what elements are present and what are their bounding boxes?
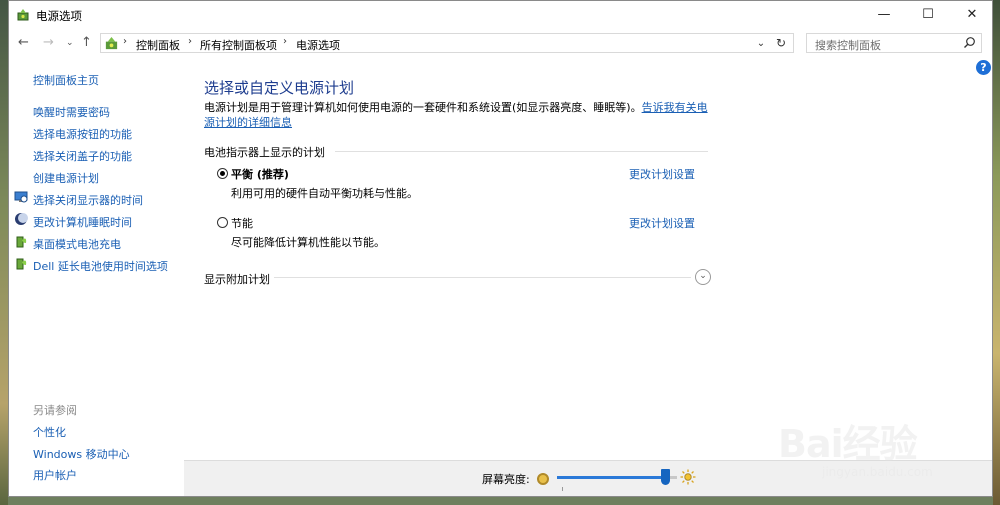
desktop-background-right xyxy=(993,0,1000,505)
address-box[interactable]: › 控制面板 › 所有控制面板项 › 电源选项 ⌄ ↻ xyxy=(100,33,794,53)
address-bar-row: ← → ⌄ ↑ › 控制面板 › 所有控制面板项 › 电源选项 ⌄ ↻ 搜索控制… xyxy=(9,31,992,57)
breadcrumb-control-panel[interactable]: 控制面板 xyxy=(136,37,180,53)
plan-power-saver-name[interactable]: 节能 xyxy=(231,215,253,231)
watermark-url: jingyan.baidu.com xyxy=(822,465,933,479)
sidebar-home-link[interactable]: 控制面板主页 xyxy=(33,72,99,88)
watermark-brand: Bai经验 xyxy=(778,422,918,466)
search-placeholder: 搜索控制面板 xyxy=(815,39,881,52)
plan-balanced-radio[interactable] xyxy=(217,168,228,179)
brightness-slider-fill xyxy=(557,476,665,479)
group-divider xyxy=(335,151,708,152)
extra-plans-label[interactable]: 显示附加计划 xyxy=(204,271,270,287)
plan-power-saver-change-link[interactable]: 更改计划设置 xyxy=(629,215,695,231)
sidebar-item-power-button[interactable]: 选择电源按钮的功能 xyxy=(33,126,132,142)
search-box[interactable]: 搜索控制面板 xyxy=(806,33,982,53)
moon-icon xyxy=(15,213,28,225)
recent-dropdown-icon[interactable]: ⌄ xyxy=(66,38,74,48)
monitor-clock-icon xyxy=(14,191,28,203)
help-icon[interactable]: ? xyxy=(976,60,991,75)
brightness-slider[interactable] xyxy=(557,469,677,485)
extra-plans-divider xyxy=(274,277,691,278)
back-arrow-icon[interactable]: ← xyxy=(18,35,29,50)
plan-power-saver-desc: 尽可能降低计算机性能以节能。 xyxy=(231,236,385,249)
search-icon[interactable] xyxy=(963,36,976,49)
minimize-button[interactable]: — xyxy=(862,1,906,29)
title-bar: 电源选项 — ☐ ✕ xyxy=(9,1,992,29)
up-arrow-icon[interactable]: ↑ xyxy=(81,35,92,50)
see-also-mobility-center[interactable]: Windows 移动中心 xyxy=(33,446,130,462)
chevron-down-icon[interactable]: ⌄ xyxy=(695,269,711,285)
brightness-high-icon xyxy=(680,469,696,485)
page-title: 选择或自定义电源计划 xyxy=(204,79,355,97)
see-also-heading: 另请参阅 xyxy=(33,404,77,417)
battery-leaf-icon xyxy=(16,258,27,270)
brightness-low-icon xyxy=(537,473,549,485)
brightness-slider-thumb[interactable] xyxy=(661,469,670,485)
breadcrumb-separator-icon: › xyxy=(283,36,287,47)
see-also-user-accounts[interactable]: 用户帐户 xyxy=(33,467,77,483)
power-options-icon xyxy=(17,9,29,21)
sidebar-item-sleep-time[interactable]: 更改计算机睡眠时间 xyxy=(33,214,132,230)
breadcrumb-all-items[interactable]: 所有控制面板项 xyxy=(200,37,277,53)
maximize-button[interactable]: ☐ xyxy=(906,1,950,29)
description-text: 电源计划是用于管理计算机如何使用电源的一套硬件和系统设置(如显示器亮度、睡眠等)… xyxy=(204,101,642,114)
sidebar-item-dell-battery[interactable]: Dell 延长电池使用时间选项 xyxy=(33,258,168,274)
sidebar-item-close-lid[interactable]: 选择关闭盖子的功能 xyxy=(33,148,132,164)
desktop-background-left xyxy=(0,0,8,505)
sidebar-item-desktop-charging[interactable]: 桌面模式电池充电 xyxy=(33,236,121,252)
brightness-label: 屏幕亮度: xyxy=(482,473,530,486)
plan-power-saver-radio[interactable] xyxy=(217,217,228,228)
plan-group-label: 电池指示器上显示的计划 xyxy=(204,146,325,159)
power-options-window: 电源选项 — ☐ ✕ ← → ⌄ ↑ › 控制面板 › 所有控制面板项 › 电源… xyxy=(8,0,993,497)
sidebar-item-create-plan[interactable]: 创建电源计划 xyxy=(33,170,99,186)
breadcrumb-power-options[interactable]: 电源选项 xyxy=(296,37,340,53)
refresh-icon[interactable]: ↻ xyxy=(772,35,790,52)
breadcrumb-separator-icon: › xyxy=(123,36,127,47)
plan-balanced-name[interactable]: 平衡 (推荐) xyxy=(231,166,289,182)
forward-arrow-icon[interactable]: → xyxy=(43,35,54,50)
address-dropdown-icon[interactable]: ⌄ xyxy=(752,35,770,52)
battery-leaf-icon xyxy=(16,236,27,248)
control-panel-icon xyxy=(105,36,118,50)
breadcrumb-separator-icon: › xyxy=(188,36,192,47)
page-description: 电源计划是用于管理计算机如何使用电源的一套硬件和系统设置(如显示器亮度、睡眠等)… xyxy=(204,100,714,130)
plan-balanced-desc: 利用可用的硬件自动平衡功耗与性能。 xyxy=(231,187,418,200)
sidebar-item-wake-password[interactable]: 唤醒时需要密码 xyxy=(33,104,110,120)
slider-tick xyxy=(562,487,563,491)
sidebar-item-display-off[interactable]: 选择关闭显示器的时间 xyxy=(33,192,143,208)
window-title: 电源选项 xyxy=(36,9,82,23)
close-button[interactable]: ✕ xyxy=(950,1,992,29)
plan-balanced-change-link[interactable]: 更改计划设置 xyxy=(629,166,695,182)
see-also-personalization[interactable]: 个性化 xyxy=(33,424,66,440)
baidu-watermark: Bai经验 jingyan.baidu.com xyxy=(767,399,967,496)
